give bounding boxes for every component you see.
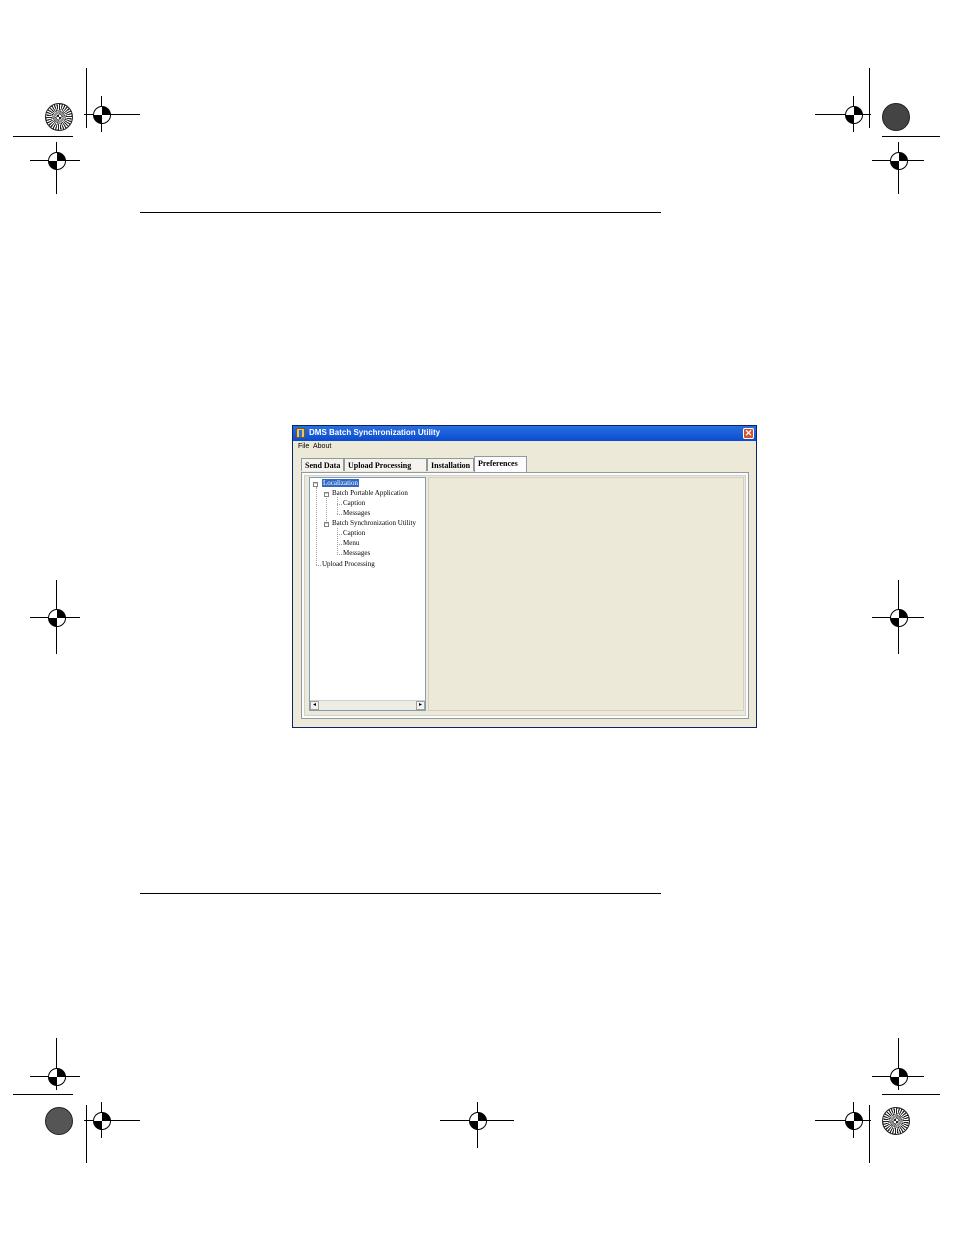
tab-upload-processing[interactable]: Upload Processing <box>344 458 427 471</box>
registration-mark-icon <box>890 609 908 627</box>
tree-connector <box>337 528 338 555</box>
tree-node-caption[interactable]: Caption <box>343 499 365 507</box>
preferences-panel: − Localization − Batch Portable Applicat… <box>301 472 749 719</box>
tree-node-caption[interactable]: Caption <box>343 529 365 537</box>
registration-mark-icon <box>93 106 111 124</box>
registration-mark-icon <box>845 1112 863 1130</box>
tree-connector <box>337 504 342 505</box>
tab-send-data[interactable]: Send Data <box>301 458 344 471</box>
registration-mark-icon <box>93 1112 111 1130</box>
tree-connector <box>316 487 317 565</box>
bottom-right-color-target <box>882 1107 910 1135</box>
close-button[interactable]: ✕ <box>743 428 754 439</box>
tree-node-messages[interactable]: Messages <box>343 509 370 517</box>
app-window: DMS Batch Synchronization Utility ✕ File… <box>292 425 757 728</box>
tree-connector <box>326 496 327 523</box>
localization-tree[interactable]: − Localization − Batch Portable Applicat… <box>309 477 426 711</box>
app-icon <box>296 428 305 438</box>
menu-about[interactable]: About <box>313 443 331 450</box>
tree-node-batch-portable-application[interactable]: Batch Portable Application <box>332 489 408 497</box>
registration-mark-icon <box>469 1112 487 1130</box>
bottom-left-color-target <box>45 1107 73 1135</box>
registration-mark-icon <box>48 609 66 627</box>
footer-rule <box>140 893 661 894</box>
registration-mark-icon <box>845 106 863 124</box>
tree-connector <box>337 554 342 555</box>
window-title: DMS Batch Synchronization Utility <box>309 428 441 437</box>
tree-node-messages[interactable]: Messages <box>343 549 370 557</box>
menu-file[interactable]: File <box>298 443 309 450</box>
top-left-color-target <box>45 103 73 131</box>
tree-node-menu[interactable]: Menu <box>343 539 359 547</box>
tree-node-localization[interactable]: Localization <box>322 479 359 487</box>
registration-mark-icon <box>48 152 66 170</box>
tab-preferences[interactable]: Preferences <box>474 456 527 472</box>
title-bar[interactable]: DMS Batch Synchronization Utility ✕ <box>293 426 756 441</box>
detail-pane <box>428 477 744 711</box>
registration-mark-icon <box>890 1068 908 1086</box>
collapse-icon[interactable]: − <box>324 492 329 497</box>
scroll-right-icon[interactable]: ▸ <box>416 701 425 710</box>
tree-connector <box>337 497 338 514</box>
tree-node-upload-processing[interactable]: Upload Processing <box>322 560 375 568</box>
registration-mark-icon <box>890 152 908 170</box>
collapse-icon[interactable]: − <box>324 522 329 527</box>
registration-mark-icon <box>48 1068 66 1086</box>
tree-connector <box>337 534 342 535</box>
top-right-color-target <box>882 103 910 131</box>
tree-connector <box>337 544 342 545</box>
header-rule <box>140 212 661 213</box>
tree-node-batch-synchronization-utility[interactable]: Batch Synchronization Utility <box>332 519 416 527</box>
scroll-left-icon[interactable]: ◂ <box>310 701 319 710</box>
tree-horizontal-scrollbar[interactable]: ◂ ▸ <box>310 700 425 710</box>
menu-bar: File About <box>293 442 756 452</box>
collapse-icon[interactable]: − <box>313 482 318 487</box>
tab-installation[interactable]: Installation <box>427 458 474 471</box>
tree-connector <box>337 514 342 515</box>
tree-connector <box>316 565 321 566</box>
